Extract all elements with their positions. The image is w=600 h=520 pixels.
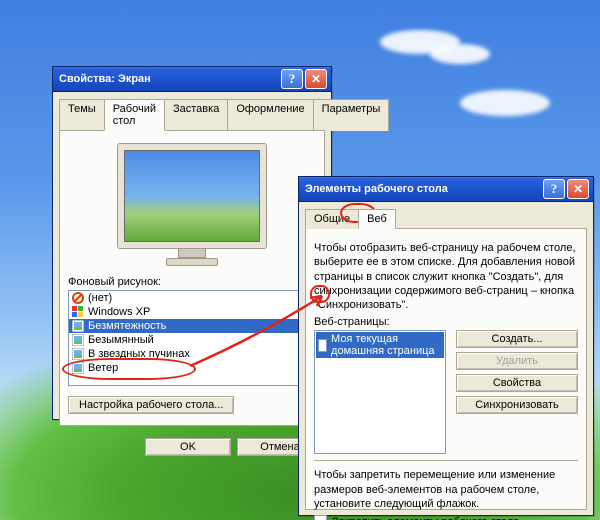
synchronize-button[interactable]: Синхронизовать <box>456 396 578 414</box>
bmp-icon <box>72 320 84 332</box>
ok-button[interactable]: OK <box>145 438 231 456</box>
desktop-background: Свойства: Экран ? ✕ Темы Рабочий стол За… <box>0 0 600 520</box>
background-listbox[interactable]: (нет) Windows XP Безмятежность Безымянны… <box>68 290 301 386</box>
tabs: Темы Рабочий стол Заставка Оформление Па… <box>59 98 325 130</box>
list-item[interactable]: Моя текущая домашняя страница <box>316 332 444 358</box>
list-item[interactable]: В звездных пучинах <box>69 347 300 361</box>
titlebar[interactable]: Элементы рабочего стола ? ✕ <box>299 177 593 202</box>
tab-general[interactable]: Общие <box>305 209 359 229</box>
tab-desktop[interactable]: Рабочий стол <box>104 99 165 131</box>
monitor-preview <box>68 139 316 274</box>
close-button[interactable]: ✕ <box>567 179 589 199</box>
list-item[interactable]: Безмятежность <box>69 319 300 333</box>
lock-checkbox-label: Закрепить элементы рабочего стола <box>332 516 519 520</box>
properties-button[interactable]: Свойства <box>456 374 578 392</box>
bmp-icon <box>72 362 84 374</box>
display-properties-window: Свойства: Экран ? ✕ Темы Рабочий стол За… <box>52 66 332 420</box>
lock-intro-text: Чтобы запретить перемещение или изменени… <box>314 468 578 511</box>
tab-web[interactable]: Веб <box>358 209 396 229</box>
tab-appearance[interactable]: Оформление <box>227 99 313 131</box>
help-button[interactable]: ? <box>281 69 303 89</box>
list-item[interactable]: (нет) <box>69 291 300 305</box>
tabs: Общие Веб <box>305 208 587 228</box>
help-button[interactable]: ? <box>543 179 565 199</box>
bmp-icon <box>72 334 84 346</box>
list-item[interactable]: Windows XP <box>69 305 300 319</box>
checkbox[interactable] <box>314 515 327 520</box>
desktop-items-window: Элементы рабочего стола ? ✕ Общие Веб Чт… <box>298 176 594 516</box>
list-item[interactable]: Ветер <box>69 361 300 375</box>
tab-screensaver[interactable]: Заставка <box>164 99 228 131</box>
delete-button: Удалить <box>456 352 578 370</box>
tab-panel-web: Чтобы отобразить веб-страницу на рабочем… <box>305 228 587 510</box>
flag-icon <box>72 306 84 318</box>
dialog-button-row: OK Отмена <box>53 432 331 462</box>
intro-text: Чтобы отобразить веб-страницу на рабочем… <box>314 241 578 312</box>
window-title: Свойства: Экран <box>59 73 151 85</box>
list-item[interactable]: Безымянный <box>69 333 300 347</box>
webpages-label: Веб-страницы: <box>314 316 578 328</box>
checkbox[interactable] <box>318 339 327 352</box>
bmp-icon <box>72 348 84 360</box>
close-button[interactable]: ✕ <box>305 69 327 89</box>
tab-settings[interactable]: Параметры <box>313 99 390 131</box>
none-icon <box>72 292 84 304</box>
new-button[interactable]: Создать... <box>456 330 578 348</box>
tab-themes[interactable]: Темы <box>59 99 105 131</box>
titlebar[interactable]: Свойства: Экран ? ✕ <box>53 67 331 92</box>
tab-panel-desktop: Фоновый рисунок: (нет) Windows XP Безмят… <box>59 130 325 426</box>
customize-desktop-button[interactable]: Настройка рабочего стола... <box>68 396 234 414</box>
window-title: Элементы рабочего стола <box>305 183 448 195</box>
webpages-listbox[interactable]: Моя текущая домашняя страница <box>314 330 446 454</box>
background-list-label: Фоновый рисунок: <box>68 276 316 288</box>
